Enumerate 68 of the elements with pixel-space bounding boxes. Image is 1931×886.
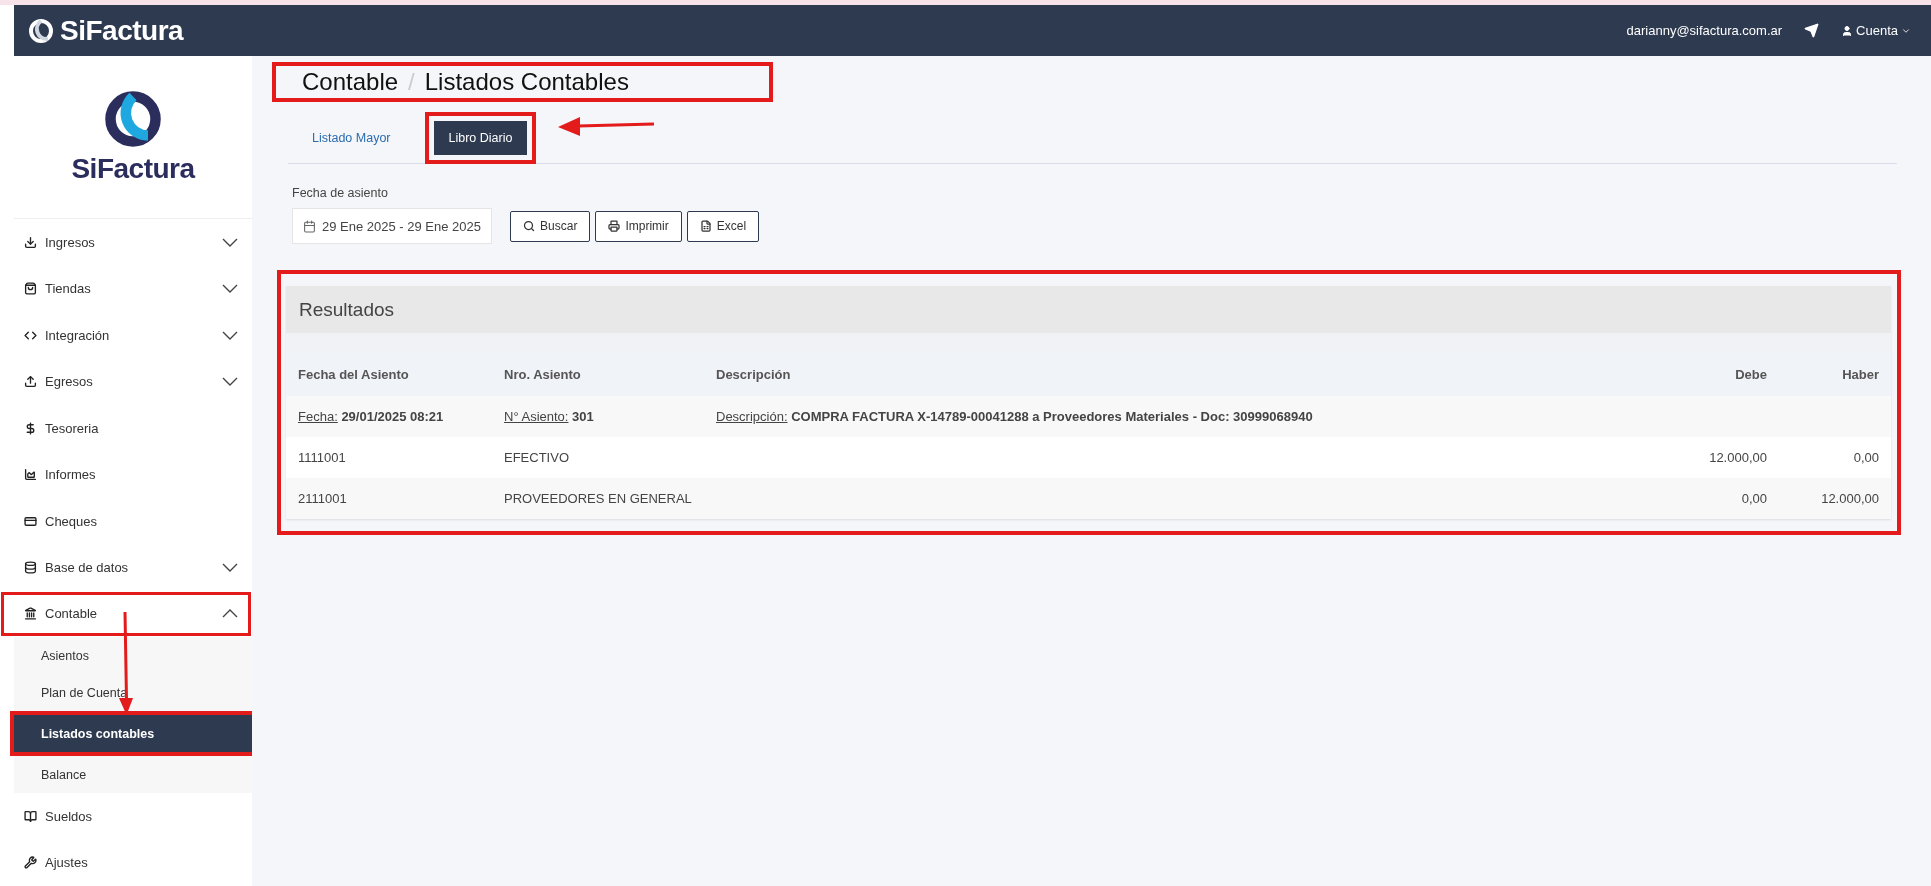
nav-item[interactable]: Integración [0,312,252,359]
card-icon [24,514,37,528]
table-cell: N° Asiento: 301 [492,396,704,437]
nav-item[interactable]: Ajustes [0,839,252,886]
nav-item[interactable]: Informes [0,451,252,498]
column-header: Descripción [704,353,1679,396]
logo-icon [103,89,163,150]
nav-item[interactable]: Contable [0,590,252,638]
tab[interactable]: Libro Diario [433,120,528,155]
user-icon [1841,24,1854,37]
panel-title: Resultados [286,286,1891,333]
nav-item[interactable]: Cheques [0,497,252,545]
logo-icon [28,17,54,44]
chevron-down-icon[interactable] [222,330,238,340]
field-label: Fecha de asiento [292,186,389,200]
table-cell: 2111001 [286,478,492,519]
table-cell: 0,00 [1779,437,1891,478]
search-icon [523,220,536,232]
bag-icon [24,282,37,296]
column-header: Debe [1679,353,1779,396]
chevron-down-icon[interactable] [222,562,238,572]
printer-icon [608,220,621,232]
nav-subitem[interactable]: Balance [14,756,252,794]
table-cell: 12.000,00 [1679,437,1779,478]
bank-icon [24,607,37,621]
table-cell: 1111001 [286,437,492,478]
nav-item[interactable]: Tesoreria [0,404,252,452]
table-cell: 0,00 [1679,478,1779,519]
nav-subitem[interactable]: Asientos [14,637,252,675]
date-range-field[interactable]: 29 Ene 2025 - 29 Ene 2025 [292,208,493,244]
table-cell: PROVEEDORES EN GENERAL [492,478,704,519]
nav-item[interactable]: Sueldos [0,793,252,840]
dollar-icon [24,421,37,435]
nav-item[interactable]: Egresos [0,358,252,405]
nav-item[interactable]: Base de datos [0,544,252,591]
brand-name: SiFactura [60,14,184,47]
chevron-up-icon[interactable] [222,609,238,619]
table-cell: Fecha: 29/01/2025 08:21 [286,396,492,437]
table-cell: 12.000,00 [1779,478,1891,519]
chevron-down-icon[interactable] [222,284,238,294]
tab[interactable]: Listado Mayor [297,120,406,155]
column-header: Fecha del Asiento [286,353,492,396]
download-icon [24,235,37,249]
toolbar-button[interactable]: Excel [686,210,760,242]
send-icon[interactable] [1804,23,1820,38]
chevron-down-icon[interactable] [222,237,238,247]
database-icon [24,560,37,574]
column-header: Nro. Asiento [492,353,704,396]
upload-icon [24,375,37,389]
calendar-icon [303,219,316,233]
toolbar-button[interactable]: Buscar [510,210,591,242]
area-chart-icon [24,468,37,482]
user-email: darianny@sifactura.com.ar [1626,23,1783,38]
breadcrumb-item: Listados Contables [424,68,629,96]
toolbar-button[interactable]: Imprimir [595,210,682,242]
wrench-icon [24,856,37,870]
table-cell: Descripción: COMPRA FACTURA X-14789-00041288 a Proveedores Materiales - Doc: 30999068940 [704,396,1891,437]
nav-item[interactable]: Ingresos [0,219,252,266]
book-icon [24,809,37,823]
spreadsheet-icon [699,220,712,232]
logo-text: SiFactura [71,153,195,186]
account-menu[interactable]: Cuenta [1841,23,1911,38]
table-cell: EFECTIVO [492,437,704,478]
nav-item[interactable]: Tiendas [0,265,252,312]
breadcrumb-item: Contable [302,68,399,96]
chevron-down-icon[interactable] [222,377,238,387]
separator-slash: / [408,68,415,96]
column-header: Haber [1779,353,1891,396]
